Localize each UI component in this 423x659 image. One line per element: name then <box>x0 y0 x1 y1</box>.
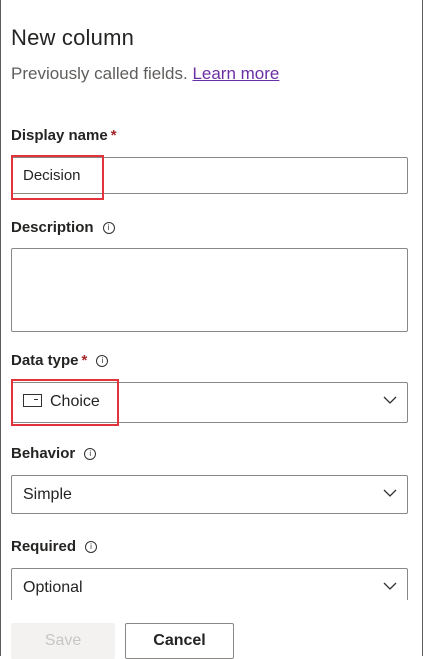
info-icon[interactable]: i <box>84 448 97 460</box>
required-asterisk: * <box>110 127 117 144</box>
info-icon[interactable]: i <box>85 541 98 553</box>
behavior-dropdown[interactable]: Simple <box>11 475 408 514</box>
required-value: Optional <box>23 579 83 596</box>
description-input[interactable] <box>11 248 408 332</box>
panel-body[interactable]: New column Previously called fields. Lea… <box>1 0 422 600</box>
save-button[interactable]: Save <box>11 623 115 659</box>
required-dropdown[interactable]: Optional <box>11 568 408 600</box>
choice-icon <box>23 394 42 407</box>
data-type-value-text: Choice <box>50 393 100 410</box>
description-label: Description i <box>11 219 115 236</box>
behavior-label: Behavior i <box>11 445 97 462</box>
data-type-label-text: Data type <box>11 352 79 369</box>
cancel-button[interactable]: Cancel <box>125 623 234 659</box>
subtitle-text: Previously called fields. <box>11 64 188 83</box>
data-type-value: Choice <box>23 383 100 420</box>
info-icon[interactable]: i <box>96 355 109 367</box>
display-name-label: Display name * <box>11 127 117 144</box>
behavior-value: Simple <box>23 486 72 503</box>
chevron-down-icon <box>383 582 397 590</box>
description-label-text: Description <box>11 219 94 236</box>
info-icon[interactable]: i <box>102 222 115 234</box>
panel-footer: Save Cancel <box>1 600 422 659</box>
required-asterisk: * <box>81 352 88 369</box>
data-type-dropdown[interactable]: Choice <box>11 382 408 423</box>
learn-more-link[interactable]: Learn more <box>192 64 279 83</box>
display-name-label-text: Display name <box>11 127 108 144</box>
display-name-input[interactable]: Decision <box>11 157 408 194</box>
new-column-panel: New column Previously called fields. Lea… <box>0 0 423 659</box>
data-type-label: Data type * i <box>11 352 109 369</box>
behavior-label-text: Behavior <box>11 445 76 462</box>
required-label-text: Required <box>11 538 77 555</box>
panel-subtitle: Previously called fields. Learn more <box>11 64 279 84</box>
chevron-down-icon <box>383 396 397 404</box>
chevron-down-icon <box>383 489 397 497</box>
required-label: Required i <box>11 538 98 555</box>
panel-title: New column <box>11 25 135 50</box>
